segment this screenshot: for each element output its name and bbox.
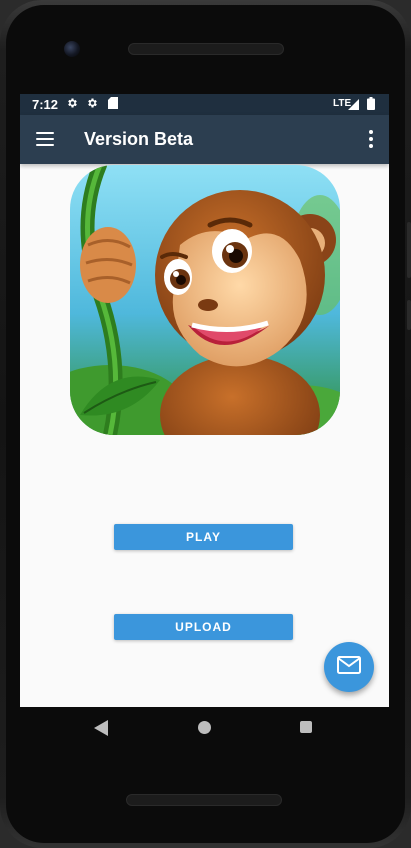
menu-icon[interactable]: [36, 132, 54, 146]
signal-icon: [348, 99, 359, 113]
app-screen: 7:12 LTE Version Beta PLAY UPLOAD: [20, 94, 389, 707]
app-title: Version Beta: [84, 129, 194, 149]
home-icon[interactable]: [198, 721, 211, 734]
front-camera: [64, 41, 80, 57]
bottom-speaker: [126, 794, 282, 806]
settings-icon: [66, 97, 78, 112]
more-vert-icon[interactable]: [369, 130, 373, 148]
status-bar: 7:12 LTE: [20, 94, 389, 115]
volume-button: [407, 222, 411, 278]
back-icon[interactable]: [94, 720, 108, 741]
battery-icon: [367, 97, 375, 113]
app-toolbar: Version Beta: [20, 115, 389, 164]
navigation-bar: [20, 707, 389, 749]
upload-button[interactable]: UPLOAD: [114, 614, 293, 640]
mail-icon: [337, 655, 361, 679]
recent-apps-icon[interactable]: [300, 721, 312, 733]
sd-card-icon: [108, 97, 118, 112]
monkey-app-icon: [70, 165, 340, 435]
status-time: 7:12: [32, 97, 59, 112]
play-button[interactable]: PLAY: [114, 524, 293, 550]
mail-fab-button[interactable]: [324, 642, 374, 692]
top-speaker: [128, 43, 284, 55]
settings-icon: [86, 97, 98, 112]
power-button: [407, 300, 411, 330]
